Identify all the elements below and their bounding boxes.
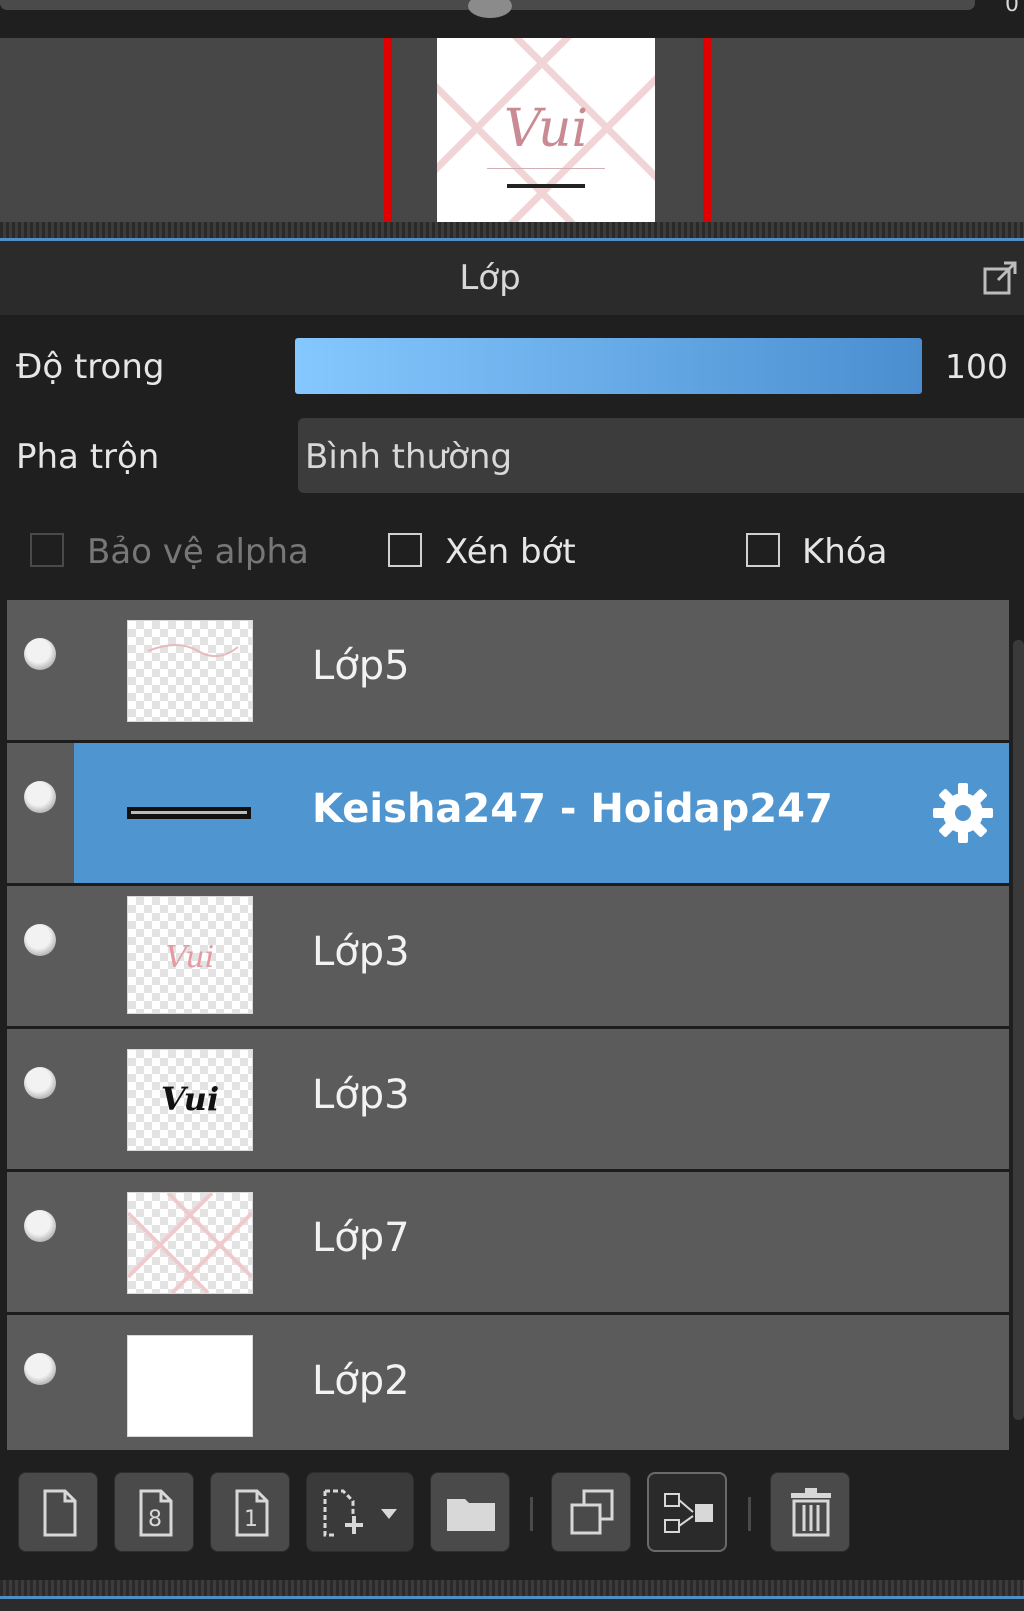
duplicate-layer-button[interactable] [551, 1472, 631, 1552]
toolbar-separator [748, 1497, 751, 1531]
canvas-preview-art: Vui [437, 38, 655, 224]
navigator-frame-left [384, 38, 392, 224]
layer-thumbnail: Vui [127, 896, 253, 1014]
toolbar-separator [530, 1497, 533, 1531]
layer-row[interactable]: Lớp5 [7, 600, 1009, 740]
layer-row[interactable]: Vui Lớp3 [7, 886, 1009, 1026]
layer-row[interactable]: Lớp2 [7, 1315, 1009, 1450]
clipping-label: Xén bớt [445, 532, 576, 572]
protect-alpha-checkbox[interactable] [30, 533, 64, 567]
delete-layer-icon [791, 1488, 831, 1537]
svg-text:Vui: Vui [166, 940, 215, 975]
panel-title: Lớp [459, 258, 521, 298]
new-folder-button[interactable] [430, 1472, 510, 1552]
svg-text:8: 8 [148, 1507, 162, 1532]
layer-name: Lớp5 [312, 643, 410, 689]
visibility-toggle-icon[interactable] [24, 638, 56, 670]
layer-settings-gear-icon[interactable] [932, 782, 994, 844]
layer-thumbnail: Vui [127, 1049, 253, 1151]
layer-row[interactable]: Vui Lớp3 [7, 1029, 1009, 1169]
duplicate-layer-icon [570, 1489, 614, 1535]
splitter-handle[interactable] [0, 222, 1024, 238]
lock-label: Khóa [802, 532, 888, 572]
blend-mode-label: Pha trộn [16, 437, 160, 477]
navigator-frame-right [703, 38, 711, 224]
folder-icon [447, 1499, 495, 1531]
layer-row[interactable]: Lớp7 [7, 1172, 1009, 1312]
next-panel-header [0, 1599, 1024, 1611]
layer-name: Lớp7 [312, 1215, 410, 1261]
layer-name: Lớp2 [312, 1358, 410, 1404]
visibility-toggle-icon[interactable] [24, 1067, 56, 1099]
blend-mode-value: Bình thường [305, 437, 513, 477]
new-1bit-layer-icon: 1 [235, 1489, 269, 1537]
svg-text:Vui: Vui [161, 1080, 219, 1118]
new-1bit-layer-button[interactable]: 1 [210, 1472, 290, 1552]
lock-checkbox[interactable] [746, 533, 780, 567]
new-8bit-layer-icon: 8 [139, 1489, 173, 1537]
layer-name: Lớp3 [312, 1072, 410, 1118]
add-layer-menu-icon [323, 1489, 397, 1537]
visibility-toggle-icon[interactable] [24, 781, 56, 813]
new-layer-button[interactable] [18, 1472, 98, 1552]
layer-list: Lớp5 Keisha247 - Hoidap247 Vui Lớp3 Vui … [7, 600, 1009, 1450]
layer-thumbnail [127, 1192, 253, 1294]
preview-title: Vui [504, 99, 588, 159]
new-layer-icon [43, 1489, 77, 1537]
opacity-slider[interactable] [295, 338, 922, 394]
merge-down-button[interactable] [647, 1472, 727, 1552]
bottom-splitter-handle[interactable] [0, 1580, 1024, 1596]
visibility-toggle-icon[interactable] [24, 924, 56, 956]
svg-text:1: 1 [244, 1507, 258, 1532]
navigator-canvas-preview: Vui [437, 38, 655, 224]
opacity-value[interactable]: 100 [945, 347, 1008, 386]
protect-alpha-label: Bảo vệ alpha [87, 532, 309, 572]
layer-thumbnail [127, 620, 253, 722]
clipping-checkbox[interactable] [388, 533, 422, 567]
zoom-slider-value: 0 [1005, 0, 1019, 17]
layer-name: Keisha247 - Hoidap247 [312, 786, 833, 832]
merge-down-icon [664, 1493, 713, 1533]
popout-icon[interactable] [982, 260, 1018, 296]
layer-name: Lớp3 [312, 929, 410, 975]
layer-thumbnail [127, 763, 251, 863]
delete-layer-button[interactable] [770, 1472, 850, 1552]
layer-thumbnail [127, 1335, 253, 1437]
visibility-toggle-icon[interactable] [24, 1210, 56, 1242]
layer-list-scrollbar[interactable] [1013, 640, 1024, 1420]
layer-row-selected[interactable]: Keisha247 - Hoidap247 [7, 743, 1009, 883]
visibility-toggle-icon[interactable] [24, 1353, 56, 1385]
add-layer-menu-button[interactable] [306, 1472, 414, 1552]
opacity-label: Độ trong [16, 347, 165, 387]
new-8bit-layer-button[interactable]: 8 [114, 1472, 194, 1552]
